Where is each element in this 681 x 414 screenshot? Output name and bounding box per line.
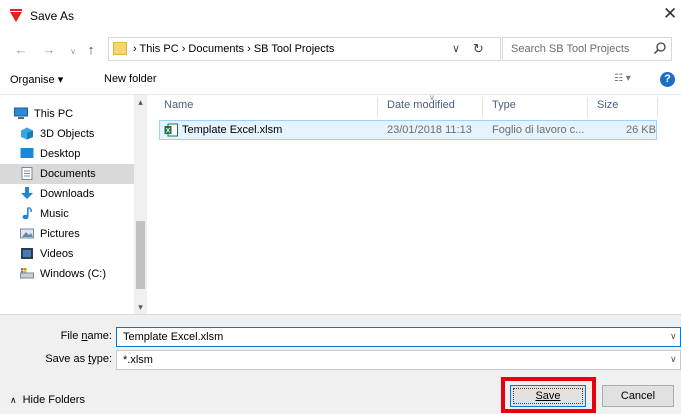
excel-file-icon: X — [164, 123, 178, 137]
documents-icon — [21, 167, 33, 180]
downloads-icon — [21, 187, 33, 199]
cancel-button[interactable]: Cancel — [602, 385, 674, 407]
file-name: Template Excel.xlsm — [182, 124, 283, 136]
desktop-icon — [20, 148, 34, 158]
save-button[interactable]: Save — [510, 385, 586, 407]
column-separator[interactable] — [587, 97, 588, 117]
breadcrumb[interactable]: › This PC › Documents › SB Tool Projects — [133, 43, 334, 55]
music-icon — [22, 207, 32, 220]
search-icon[interactable] — [653, 41, 667, 55]
nav-item-label: Documents — [40, 168, 96, 180]
save-type-label: Save as type: — [45, 353, 112, 365]
column-header-size[interactable]: Size — [597, 99, 618, 111]
column-separator[interactable] — [377, 97, 378, 117]
nav-item-label: Windows (C:) — [40, 268, 107, 280]
search-input[interactable]: Search SB Tool Projects — [502, 37, 672, 61]
svg-text:X: X — [166, 128, 171, 135]
back-arrow-icon[interactable]: ← — [14, 42, 28, 57]
nav-item-label: This PC — [34, 108, 74, 120]
toolbar: Organise ▾ New folder ☷ ▾ ? — [0, 67, 681, 94]
hide-folders-label: Hide Folders — [22, 394, 85, 406]
nav-item-label: Desktop — [40, 148, 81, 160]
nav-item-label: 3D Objects — [40, 128, 95, 140]
up-arrow-icon[interactable]: ↑ — [84, 42, 98, 57]
column-separator[interactable] — [657, 97, 658, 117]
folder-icon — [113, 42, 127, 55]
scroll-up-icon[interactable]: ▴ — [135, 97, 146, 108]
nav-item-this-pc[interactable]: This PC — [0, 104, 134, 124]
videos-icon — [21, 248, 33, 259]
search-placeholder: Search SB Tool Projects — [511, 43, 630, 55]
title-bar: Save As ✕ — [0, 0, 681, 33]
nav-item-documents[interactable]: Documents — [0, 164, 134, 184]
organise-menu[interactable]: Organise ▾ — [10, 73, 63, 86]
refresh-icon[interactable]: ↻ — [473, 41, 484, 57]
file-type: Foglio di lavoro c... — [492, 124, 585, 136]
address-bar[interactable]: › This PC › Documents › SB Tool Projects… — [108, 37, 501, 61]
hide-folders-button[interactable]: ∧ Hide Folders — [10, 394, 85, 406]
file-row[interactable]: X Template Excel.xlsm 23/01/2018 11:13 F… — [159, 120, 657, 140]
filename-label: File name: — [60, 330, 112, 342]
window-title: Save As — [30, 9, 75, 23]
app-icon-bar — [10, 9, 22, 11]
filename-field[interactable]: Template Excel.xlsm ∨ — [116, 327, 681, 347]
nav-item-label: Downloads — [40, 188, 95, 200]
pictures-icon — [20, 228, 34, 239]
nav-item-3d-objects[interactable]: 3D Objects — [0, 124, 134, 144]
computer-icon — [14, 107, 28, 119]
save-type-select[interactable]: *.xlsm ∨ — [116, 350, 681, 370]
nav-item-videos[interactable]: Videos — [0, 244, 134, 264]
close-icon[interactable]: ✕ — [663, 4, 677, 24]
view-options-icon[interactable]: ☷ ▾ — [614, 73, 631, 84]
nav-item-desktop[interactable]: Desktop — [0, 144, 134, 164]
nav-item-pictures[interactable]: Pictures — [0, 224, 134, 244]
address-row: ← → ∨ ↑ › This PC › Documents › SB Tool … — [0, 33, 681, 67]
nav-item-windows-c[interactable]: Windows (C:) — [0, 264, 134, 284]
nav-scrollbar[interactable]: ▴ ▾ — [134, 95, 147, 315]
nav-item-label: Music — [40, 208, 69, 220]
drive-icon — [20, 268, 34, 279]
nav-item-label: Videos — [40, 248, 74, 260]
nav-item-label: Pictures — [40, 228, 80, 240]
file-date-modified: 23/01/2018 11:13 — [387, 124, 472, 136]
column-header-name[interactable]: Name — [164, 99, 193, 111]
save-options-panel: File name: Template Excel.xlsm ∨ Save as… — [0, 314, 681, 414]
column-separator[interactable] — [482, 97, 483, 117]
address-dropdown-icon[interactable]: ∨ — [452, 42, 460, 55]
chevron-up-icon: ∧ — [10, 395, 17, 405]
focus-ring — [513, 388, 583, 404]
new-folder-button[interactable]: New folder — [104, 73, 157, 85]
navigation-pane: This PC 3D Objects Desktop Documents Dow… — [0, 94, 147, 315]
nav-item-downloads[interactable]: Downloads — [0, 184, 134, 204]
column-header-date[interactable]: Date modified — [387, 99, 455, 111]
forward-history-chevron-icon[interactable]: ∨ — [66, 42, 80, 57]
help-icon[interactable]: ? — [660, 72, 675, 87]
scrollbar-thumb[interactable] — [136, 221, 145, 289]
scroll-down-icon[interactable]: ▾ — [135, 302, 146, 313]
chevron-down-icon[interactable]: ∨ — [670, 354, 677, 365]
nav-item-music[interactable]: Music — [0, 204, 134, 224]
3d-objects-icon — [21, 127, 33, 140]
save-type-value: *.xlsm — [123, 354, 153, 366]
forward-arrow-icon[interactable]: → — [42, 42, 56, 57]
file-size: 26 KB — [626, 124, 656, 136]
app-icon — [10, 12, 22, 22]
file-list: Name ∨ Date modified Type Size X Templat… — [147, 93, 681, 314]
chevron-down-icon[interactable]: ∨ — [670, 331, 677, 342]
column-header-type[interactable]: Type — [492, 99, 516, 111]
filename-value: Template Excel.xlsm — [123, 331, 224, 343]
